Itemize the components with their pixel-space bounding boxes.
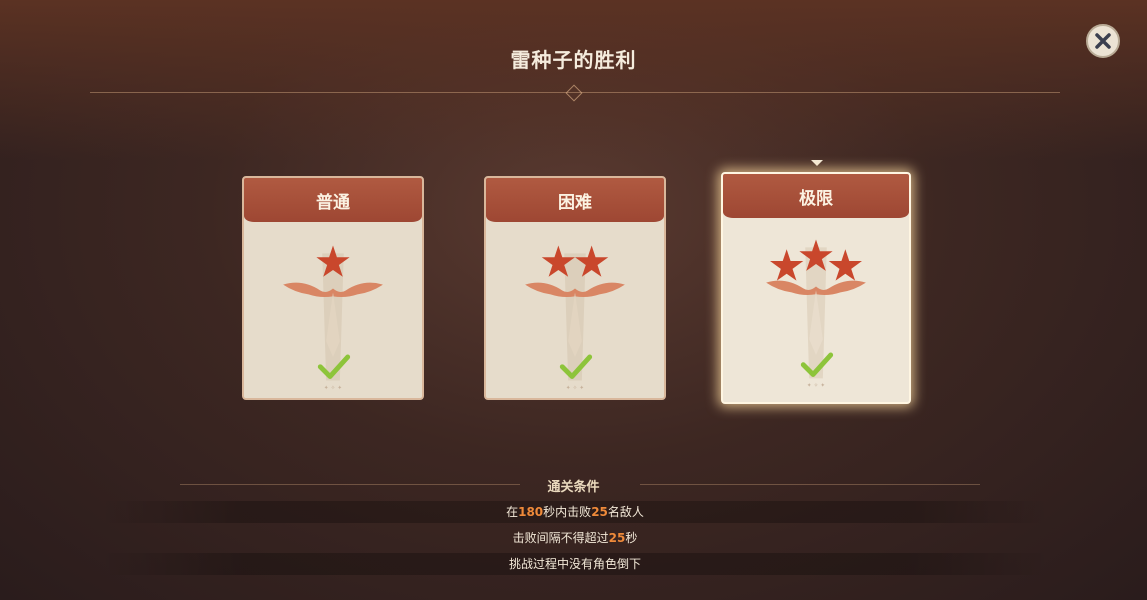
condition-text: 在 (506, 505, 519, 519)
difficulty-card-normal[interactable]: 普通 ✦ ✧ ✦ (242, 176, 424, 400)
condition-row: 在180秒内击败25名敌人 (100, 501, 1050, 523)
svg-text:✦ ✧ ✦: ✦ ✧ ✦ (566, 384, 585, 391)
condition-row: 挑战过程中没有角色倒下 (100, 553, 1050, 575)
condition-text: 击败间隔不得超过 (512, 531, 609, 545)
condition-value: 180 (518, 505, 544, 519)
difficulty-label: 普通 (244, 178, 422, 222)
condition-text: 挑战过程中没有角色倒下 (508, 557, 641, 571)
difficulty-label: 极限 (723, 174, 909, 218)
card-emblem: ✦ ✧ ✦ (766, 239, 866, 389)
condition-value: 25 (591, 505, 608, 519)
difficulty-card-hard[interactable]: 困难 ✦ ✧ ✦ (484, 176, 666, 400)
star-icon (770, 249, 804, 281)
difficulty-card-extreme[interactable]: 极限 ✦ ✧ ✦ (721, 172, 911, 404)
close-button[interactable] (1086, 24, 1120, 58)
star-icon (828, 249, 862, 281)
card-emblem: ✦ ✧ ✦ (283, 245, 383, 391)
svg-text:✦ ✧ ✦: ✦ ✧ ✦ (324, 384, 343, 391)
card-emblem: ✦ ✧ ✦ (525, 245, 625, 391)
page-title: 雷种子的胜利 (510, 48, 637, 72)
selection-indicator-icon (811, 160, 823, 166)
condition-text: 秒内击败 (543, 505, 592, 519)
condition-text: 名敌人 (607, 505, 644, 519)
condition-text: 秒 (625, 531, 638, 545)
condition-row: 击败间隔不得超过25秒 (100, 527, 1050, 549)
conditions-title: 通关条件 (547, 480, 600, 495)
close-icon (1095, 33, 1111, 49)
condition-value: 25 (608, 531, 626, 545)
conditions-divider-right (640, 484, 980, 485)
difficulty-label: 困难 (486, 178, 664, 222)
svg-text:✦ ✧ ✦: ✦ ✧ ✦ (807, 382, 826, 389)
background-glow (0, 0, 1147, 160)
